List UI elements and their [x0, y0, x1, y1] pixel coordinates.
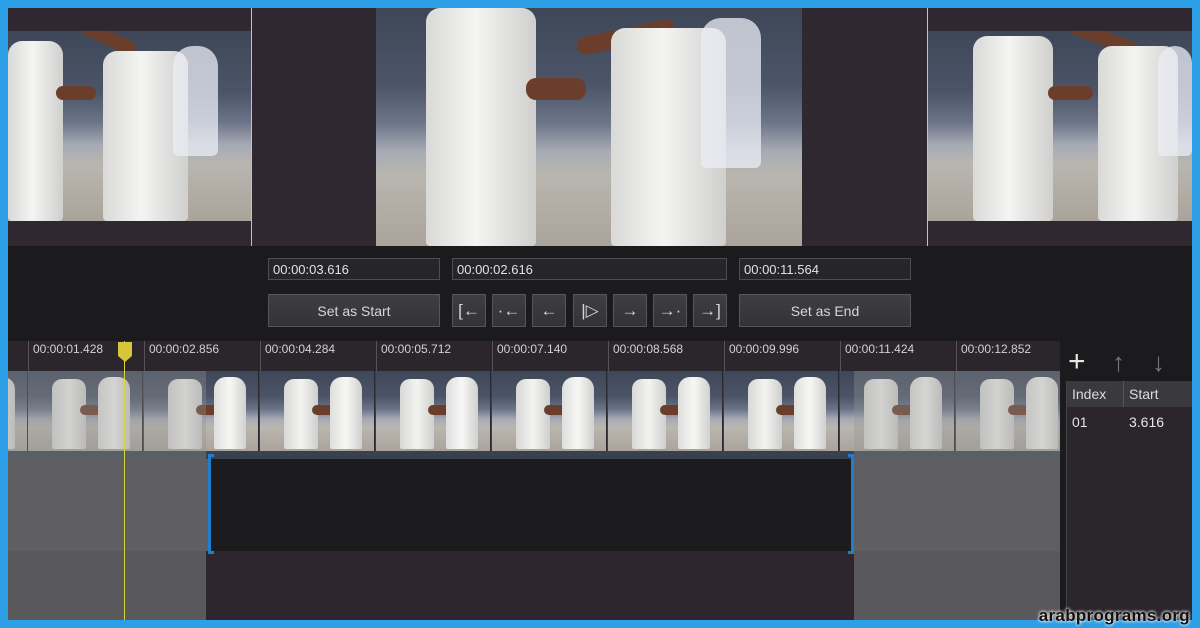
thumbnail — [376, 371, 491, 451]
preview-right-frame — [928, 31, 1192, 221]
play-button[interactable]: |▷ — [573, 294, 607, 327]
preview-area — [8, 8, 1192, 246]
set-as-end-button[interactable]: Set as End — [739, 294, 911, 327]
segment-index-cell[interactable]: 01 — [1067, 411, 1124, 433]
plus-icon[interactable]: + — [1068, 347, 1086, 377]
ruler-tick: 00:00:02.856 — [144, 341, 260, 371]
thumbnail — [608, 371, 723, 451]
end-time-field[interactable]: 00:00:11.564 — [739, 258, 911, 280]
start-handle[interactable] — [208, 454, 214, 554]
start-time-field[interactable]: 00:00:03.616 — [268, 258, 440, 280]
thumbnail — [260, 371, 375, 451]
current-time-field[interactable]: 00:00:02.616 — [452, 258, 727, 280]
preview-left-marker — [251, 8, 252, 246]
watermark-text: arabprograms.org — [1038, 606, 1190, 625]
ruler-tick: 00:00:05.712 — [376, 341, 492, 371]
timeline-ruler[interactable]: 00:00:01.428 00:00:02.856 00:00:04.284 0… — [8, 341, 1060, 371]
step-back-button[interactable]: ·← — [492, 294, 526, 327]
ruler-tick: 00:00:12.852 — [956, 341, 1060, 371]
thumbnail — [724, 371, 839, 451]
selected-clip-region[interactable] — [209, 459, 854, 551]
segment-list[interactable]: Index Start 01 3.616 — [1066, 381, 1192, 620]
selection-region-lower — [206, 551, 854, 620]
column-header-start[interactable]: Start — [1124, 381, 1192, 407]
playhead-line — [124, 341, 125, 620]
column-header-index[interactable]: Index — [1067, 381, 1124, 407]
end-handle[interactable] — [848, 454, 854, 554]
ruler-tick: 00:00:04.284 — [260, 341, 376, 371]
segment-start-cell[interactable]: 3.616 — [1124, 411, 1192, 433]
go-to-end-button[interactable]: →] — [693, 294, 727, 327]
preview-right-marker — [927, 8, 928, 246]
ruler-tick: 00:00:09.996 — [724, 341, 840, 371]
arrow-down-icon[interactable]: ↓ — [1152, 349, 1165, 375]
thumb-dim-left — [8, 371, 206, 459]
ruler-tick: 00:00:11.424 — [840, 341, 956, 371]
next-frame-button[interactable]: → — [613, 294, 647, 327]
step-forward-button[interactable]: →· — [653, 294, 687, 327]
previous-frame-button[interactable]: ← — [532, 294, 566, 327]
set-as-start-button[interactable]: Set as Start — [268, 294, 440, 327]
ruler-tick: 00:00:08.568 — [608, 341, 724, 371]
ruler-tick: 00:00:07.140 — [492, 341, 608, 371]
preview-main-frame — [376, 8, 802, 246]
thumb-dim-right — [854, 371, 1060, 459]
go-to-start-button[interactable]: [← — [452, 294, 486, 327]
thumbnail — [492, 371, 607, 451]
video-splitter-window: 00:00:03.616 00:00:02.616 00:00:11.564 S… — [8, 8, 1192, 620]
arrow-up-icon[interactable]: ↑ — [1112, 349, 1125, 375]
preview-left-frame — [8, 31, 251, 221]
